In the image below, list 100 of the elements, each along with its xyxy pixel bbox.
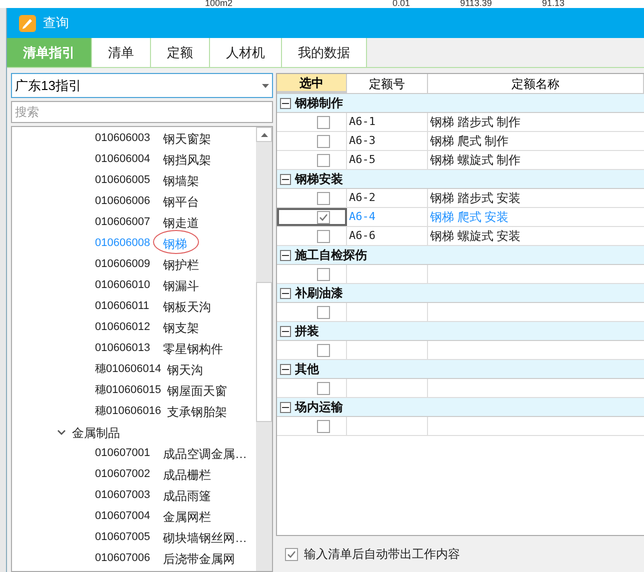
item-code: 010606006 [95,194,152,210]
tree-item[interactable]: 010606004 钢挡风架 [12,149,256,170]
item-code: 010606003 [95,131,152,146]
collapse-icon[interactable] [280,250,291,260]
checkbox[interactable] [317,210,330,224]
collapse-icon[interactable] [280,364,291,374]
group-row[interactable]: 场内运输 [277,398,644,417]
item-code: 010606008 [95,236,152,252]
scroll-up-icon[interactable] [256,127,272,142]
tree-item[interactable]: 010607005 砌块墙钢丝网… [12,527,256,548]
group-row[interactable]: 钢梯安装 [277,170,644,189]
quota-name: 钢梯 螺旋式 制作 [430,152,521,169]
item-name: 砌块墙钢丝网… [163,530,247,546]
group-row[interactable]: 补刷油漆 [277,284,644,303]
group-title: 施工自检探伤 [295,247,367,264]
quota-code: A6-6 [349,228,376,244]
collapse-icon[interactable] [280,402,291,412]
group-title: 钢梯安装 [295,171,343,188]
item-name: 支承钢胎架 [167,404,228,420]
item-name: 零星钢构件 [163,340,223,358]
tree-item[interactable]: 010606012 钢支架 [12,317,256,338]
select-cell[interactable] [277,208,347,226]
collapse-icon[interactable] [280,174,291,184]
sheet-cell: 9113.39 [460,0,492,8]
item-name: 钢走道 [163,214,199,232]
quota-code: A6-4 [349,208,376,225]
tree-item[interactable]: 010606006 钢平台 [12,191,256,212]
sheet-cell: 91.13 [542,0,564,8]
tree-item[interactable]: 010607001 成品空调金属… [12,443,256,464]
checkbox[interactable] [317,382,330,394]
tree-group[interactable]: 金属制品 [12,422,256,443]
item-name: 成品栅栏 [163,466,211,484]
tree-item[interactable]: 010607002 成品栅栏 [12,464,256,485]
group-row[interactable]: 钢梯制作 [277,94,644,113]
item-name: 后浇带金属网 [163,550,235,568]
tree-item[interactable]: 穗010606016 支承钢胎架 [12,401,256,422]
item-code: 010607001 [95,446,152,462]
checkbox[interactable] [317,134,330,148]
column-header[interactable]: 选中 [277,74,347,93]
item-name: 钢天沟 [167,362,204,378]
checkbox[interactable] [317,420,330,432]
item-name: 钢漏斗 [163,278,199,294]
item-name: 成品雨篷 [163,488,211,504]
checkbox[interactable] [285,548,298,560]
quota-name: 钢梯 踏步式 安装 [430,190,521,207]
group-title: 补刷油漆 [295,285,343,302]
item-name: 钢天窗架 [163,130,211,148]
tree-item[interactable]: 010606013 零星钢构件 [12,338,256,359]
checkbox[interactable] [317,192,330,204]
tree-item[interactable]: 穗010606015 钢屋面天窗 [12,380,256,401]
tree-item[interactable]: 010606009 钢护栏 [12,254,256,275]
checkbox[interactable] [317,344,330,356]
checkbox[interactable] [317,154,330,166]
checkbox[interactable] [317,230,330,242]
tree-item[interactable]: 010606010 钢漏斗 [12,275,256,296]
item-code: 010606013 [95,341,152,356]
tab[interactable]: 清单 [92,38,151,67]
tree-item[interactable]: 010606007 钢走道 [12,212,256,233]
item-code: 010607006 [95,551,152,566]
column-header[interactable]: 定额名称 [428,74,644,93]
tree-item[interactable]: 010606011 钢板天沟 [12,296,256,317]
checkbox-label: 输入清单后自动带出工作内容 [304,546,460,563]
window-title: 查询 [43,14,69,32]
tree-item[interactable]: 穗010606014 钢天沟 [12,359,256,380]
group-row[interactable]: 拼装 [277,322,644,341]
collapse-icon[interactable] [280,98,291,108]
tab[interactable]: 定额 [151,38,210,67]
item-code: 010606004 [95,152,152,168]
quota-name: 钢梯 螺旋式 安装 [430,228,521,245]
column-header[interactable]: 定额号 [347,74,428,93]
tree-item[interactable]: 010607004 金属网栏 [12,506,256,527]
item-code: 010606009 [95,257,152,272]
checkbox[interactable] [317,306,330,318]
tree-item[interactable]: 010606005 钢墙架 [12,170,256,191]
tab[interactable]: 我的数据 [282,38,367,67]
collapse-icon[interactable] [280,326,291,336]
chevron-icon[interactable] [57,428,66,437]
collapse-icon[interactable] [280,288,291,298]
group-title: 场内运输 [295,399,343,416]
item-name: 钢板天沟 [163,298,211,316]
tree-item[interactable]: 010606003 钢天窗架 [12,128,256,149]
tree-item[interactable]: 010607003 成品雨篷 [12,485,256,506]
checkbox[interactable] [317,268,330,280]
checkbox[interactable] [317,116,330,128]
quota-name: 钢梯 爬式 安装 [430,209,509,226]
item-code: 010606005 [95,173,152,188]
item-name: 钢挡风架 [163,152,211,168]
group-row[interactable]: 其他 [277,360,644,379]
scrollbar[interactable] [256,127,272,571]
item-code: 010607005 [95,530,152,546]
tree-item[interactable]: 010607006 后浇带金属网 [12,548,256,569]
item-name: 钢屋面天窗 [167,382,228,400]
sheet-cell: 0.01 [392,0,410,8]
search-field[interactable]: 搜索 [11,101,273,123]
guide-dropdown[interactable]: 广东13指引 [11,73,273,98]
tab[interactable]: 人材机 [210,38,282,67]
group-label: 金属制品 [72,424,120,442]
item-code: 010607004 [95,509,152,524]
scroll-thumb[interactable] [256,282,272,422]
group-row[interactable]: 施工自检探伤 [277,246,644,265]
